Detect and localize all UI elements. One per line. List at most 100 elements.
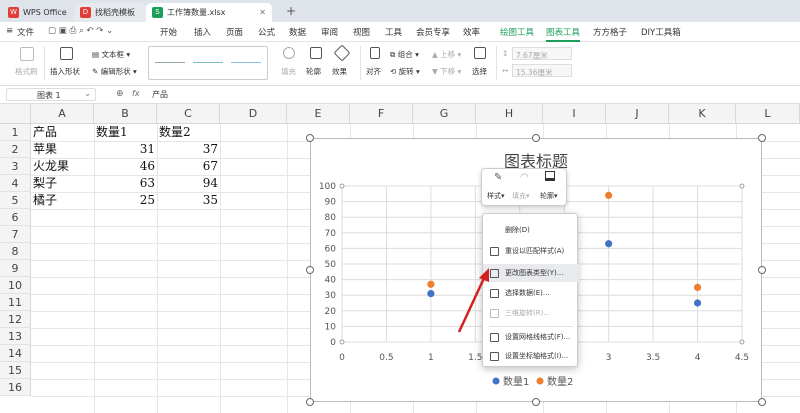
close-icon[interactable]: ✕: [259, 8, 266, 17]
name-box[interactable]: 图表 1 ⌄: [6, 88, 96, 101]
menu-item-member[interactable]: 会员专享: [416, 26, 450, 38]
menu-item-tools[interactable]: 工具: [385, 26, 402, 38]
move-up-button[interactable]: ▲ 上移 ▾: [432, 49, 461, 60]
menu-item-fangfang[interactable]: 方方格子: [593, 26, 627, 38]
row-header-2[interactable]: 2: [0, 141, 31, 158]
select-button[interactable]: 选择: [472, 66, 487, 77]
menu-item-drawing-tools[interactable]: 绘图工具: [500, 26, 534, 38]
chevron-down-icon[interactable]: ⌄: [84, 89, 91, 98]
tab-docer[interactable]: D 找稻壳模板: [74, 3, 146, 22]
formula-input[interactable]: 产品: [152, 89, 168, 100]
row-header-9[interactable]: 9: [0, 260, 31, 277]
col-header-i[interactable]: I: [543, 104, 606, 124]
cell-a4[interactable]: 梨子: [33, 175, 57, 192]
col-header-k[interactable]: K: [669, 104, 736, 124]
menu-item-page[interactable]: 页面: [226, 26, 243, 38]
menu-item-select-data[interactable]: 选择数据(E)...: [483, 284, 579, 302]
resize-handle[interactable]: [532, 134, 540, 142]
align-button[interactable]: 对齐: [366, 66, 381, 77]
col-header-d[interactable]: D: [220, 104, 287, 124]
outline-button[interactable]: 轮廓▾: [540, 191, 558, 201]
fill-button[interactable]: 填充: [281, 66, 296, 77]
menu-item-reset-style[interactable]: 重设以匹配样式(A): [483, 242, 579, 260]
menu-item-start[interactable]: 开始: [160, 26, 177, 38]
effect-button[interactable]: 效果: [332, 66, 347, 77]
cell-b3[interactable]: 46: [94, 158, 155, 175]
cell-b4[interactable]: 63: [94, 175, 155, 192]
row-header-15[interactable]: 15: [0, 362, 31, 379]
cell-b1[interactable]: 数量1: [96, 124, 128, 141]
col-header-c[interactable]: C: [157, 104, 220, 124]
shape-style-gallery[interactable]: [148, 46, 268, 80]
row-header-7[interactable]: 7: [0, 226, 31, 243]
insert-shape-button[interactable]: 插入形状: [50, 66, 80, 77]
menu-item-change-chart-type[interactable]: 更改图表类型(Y)...: [483, 264, 579, 282]
cell-b5[interactable]: 25: [94, 192, 155, 209]
line-style-2[interactable]: [193, 62, 223, 63]
row-header-13[interactable]: 13: [0, 328, 31, 345]
menu-file[interactable]: 文件: [17, 26, 34, 38]
row-header-5[interactable]: 5: [0, 192, 31, 209]
edit-shape-button[interactable]: ✎ 编辑形状 ▾: [92, 66, 137, 77]
col-header-j[interactable]: J: [606, 104, 669, 124]
col-header-f[interactable]: F: [350, 104, 413, 124]
col-header-e[interactable]: E: [287, 104, 350, 124]
height-input[interactable]: 7.67厘米: [512, 47, 572, 60]
col-header-g[interactable]: G: [413, 104, 476, 124]
line-style-1[interactable]: [155, 62, 185, 63]
menu-item-view[interactable]: 视图: [353, 26, 370, 38]
menu-item-3d-rotation[interactable]: 三维旋转(R)...: [483, 304, 579, 322]
move-down-button[interactable]: ▼ 下移 ▾: [432, 66, 461, 77]
fill-button[interactable]: 填充▾: [512, 191, 530, 201]
quick-access-icons[interactable]: ▢ ▣ ⎙ ⌕ ↶ ↷ ⌄: [48, 26, 113, 36]
col-header-l[interactable]: L: [736, 104, 800, 124]
menu-item-review[interactable]: 审阅: [321, 26, 338, 38]
row-header-3[interactable]: 3: [0, 158, 31, 175]
new-tab-button[interactable]: +: [286, 4, 296, 18]
zoom-icon[interactable]: ⊕: [116, 89, 124, 99]
cell-a1[interactable]: 产品: [33, 124, 57, 141]
menu-item-insert[interactable]: 插入: [194, 26, 211, 38]
menu-item-axis-format[interactable]: 设置坐标轴格式(I)...: [483, 347, 579, 365]
menu-item-gridline-format[interactable]: 设置网格线格式(F)...: [483, 328, 579, 346]
cell-a5[interactable]: 橘子: [33, 192, 57, 209]
row-header-8[interactable]: 8: [0, 243, 31, 260]
resize-handle[interactable]: [306, 134, 314, 142]
line-style-3[interactable]: [231, 62, 261, 63]
width-input[interactable]: 15.36厘米: [512, 64, 572, 77]
row-header-11[interactable]: 11: [0, 294, 31, 311]
cell-c3[interactable]: 67: [157, 158, 218, 175]
row-header-12[interactable]: 12: [0, 311, 31, 328]
cell-a2[interactable]: 苹果: [33, 141, 57, 158]
text-box-button[interactable]: ▤ 文本框 ▾: [92, 49, 130, 60]
col-header-h[interactable]: H: [476, 104, 543, 124]
menu-item-chart-tools[interactable]: 图表工具: [546, 26, 581, 42]
outline-button[interactable]: 轮廓: [306, 66, 321, 77]
cell-b2[interactable]: 31: [94, 141, 155, 158]
cell-c1[interactable]: 数量2: [159, 124, 191, 141]
fx-icon[interactable]: fx: [132, 89, 140, 98]
row-header-1[interactable]: 1: [0, 124, 31, 141]
style-button[interactable]: 样式▾: [487, 191, 505, 201]
rotate-button[interactable]: ⟲ 旋转 ▾: [390, 66, 420, 77]
row-header-10[interactable]: 10: [0, 277, 31, 294]
menu-item-efficiency[interactable]: 效率: [463, 26, 480, 38]
col-header-b[interactable]: B: [94, 104, 157, 124]
col-header-a[interactable]: A: [31, 104, 94, 124]
cell-c5[interactable]: 35: [157, 192, 218, 209]
menu-item-diy-toolbox[interactable]: DIY工具箱: [641, 26, 681, 38]
select-all-corner[interactable]: [0, 104, 31, 124]
hamburger-icon[interactable]: ≡: [6, 26, 13, 36]
menu-item-data[interactable]: 数据: [289, 26, 306, 38]
cell-a3[interactable]: 火龙果: [33, 158, 69, 175]
row-header-6[interactable]: 6: [0, 209, 31, 226]
cell-c2[interactable]: 37: [157, 141, 218, 158]
menu-item-delete[interactable]: 删除(D): [483, 221, 579, 239]
format-brush-button[interactable]: 格式刷: [15, 66, 38, 77]
tab-wps-office[interactable]: W WPS Office: [2, 3, 68, 22]
row-header-14[interactable]: 14: [0, 345, 31, 362]
tab-workbook[interactable]: S 工作簿数量.xlsx ✕: [146, 3, 272, 22]
cell-c4[interactable]: 94: [157, 175, 218, 192]
resize-handle[interactable]: [758, 134, 766, 142]
menu-item-formula[interactable]: 公式: [258, 26, 275, 38]
